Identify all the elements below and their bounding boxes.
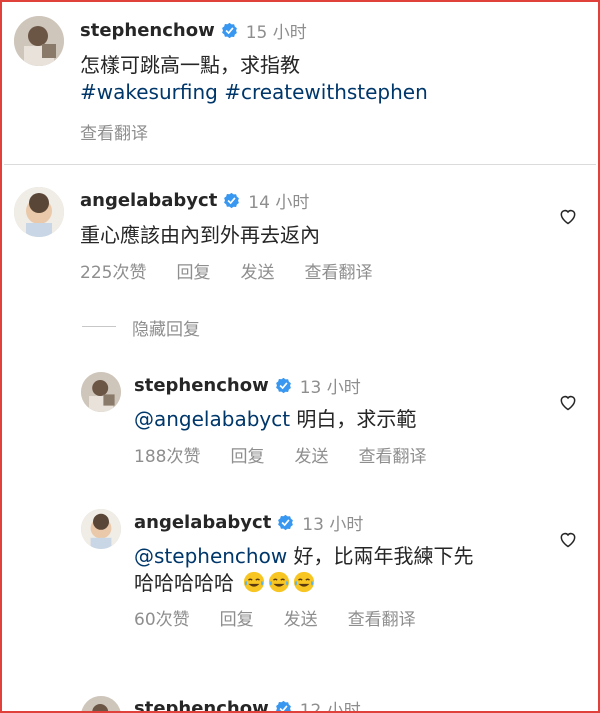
reply-text: @stephenchow 好，比兩年我練下先 (134, 540, 474, 569)
username-text[interactable]: angelababyct (134, 512, 271, 533)
verified-icon (275, 377, 291, 394)
timestamp: 13 小时 (302, 515, 364, 535)
comment-username[interactable]: angelababyct 14 小时 (80, 188, 309, 213)
tears-of-joy-emoji (294, 571, 315, 593)
timestamp: 15 小时 (245, 23, 307, 43)
timestamp: 14 小时 (248, 193, 310, 213)
send-button[interactable]: 发送 (284, 605, 318, 630)
translate-link[interactable]: 查看翻译 (80, 119, 148, 144)
username-text[interactable]: stephenchow (134, 698, 269, 711)
timestamp: 12 小时 (299, 701, 361, 713)
divider (4, 164, 596, 165)
reply-text-line2: 哈哈哈哈哈 (134, 567, 315, 596)
post-username[interactable]: stephenchow 15 小时 (80, 18, 307, 43)
heart-icon[interactable] (558, 206, 578, 226)
comment-actions: 225次赞 回复 发送 查看翻译 (80, 258, 402, 283)
hide-replies-button[interactable]: 隐藏回复 (132, 315, 200, 340)
post-caption: 怎樣可跳高一點，求指教 (80, 53, 300, 77)
reply-body: 好，比兩年我練下先 (287, 544, 474, 568)
divider (82, 326, 116, 327)
heart-icon[interactable] (558, 529, 578, 549)
username-text[interactable]: stephenchow (80, 20, 215, 41)
reply-text: @angelababyct 明白，求示範 (134, 403, 416, 432)
reply-button[interactable]: 回复 (176, 258, 210, 283)
see-translation[interactable]: 查看翻译 (80, 119, 178, 144)
like-count[interactable]: 225次赞 (80, 258, 146, 283)
verified-icon (275, 700, 291, 711)
mention-link[interactable]: @angelababyct (134, 407, 290, 431)
reply-body: 明白，求示範 (290, 407, 417, 431)
mention-link[interactable]: @stephenchow (134, 544, 287, 568)
reply-username[interactable]: stephenchow 13 小时 (134, 373, 361, 398)
like-count[interactable]: 188次赞 (134, 442, 200, 467)
reply-username[interactable]: angelababyct 13 小时 (134, 510, 363, 535)
translate-link[interactable]: 查看翻译 (348, 605, 416, 630)
comment-thread: stephenchow 15 小时 怎樣可跳高一點，求指教 #wakesurfi… (0, 0, 600, 713)
verified-icon (224, 192, 240, 209)
verified-icon (221, 22, 237, 39)
avatar[interactable] (81, 372, 121, 412)
avatar[interactable] (14, 16, 64, 66)
send-button[interactable]: 发送 (240, 258, 274, 283)
reply-actions: 60次赞 回复 发送 查看翻译 (134, 605, 446, 630)
translate-link[interactable]: 查看翻译 (358, 442, 426, 467)
like-count[interactable]: 60次赞 (134, 605, 190, 630)
send-button[interactable]: 发送 (294, 442, 328, 467)
tears-of-joy-emoji (244, 571, 265, 593)
avatar[interactable] (81, 696, 121, 711)
reply-body-line2: 哈哈哈哈哈 (134, 571, 234, 595)
verified-icon (278, 514, 294, 531)
tears-of-joy-emoji (269, 571, 290, 593)
reply-username[interactable]: stephenchow 12 小时 (134, 696, 361, 713)
hashtags[interactable]: #wakesurfing #createwithstephen (80, 80, 428, 104)
reply-button[interactable]: 回复 (220, 605, 254, 630)
timestamp: 13 小时 (299, 378, 361, 398)
username-text[interactable]: stephenchow (134, 375, 269, 396)
avatar[interactable] (81, 509, 121, 549)
username-text[interactable]: angelababyct (80, 190, 217, 211)
translate-link[interactable]: 查看翻译 (304, 258, 372, 283)
avatar[interactable] (14, 187, 64, 237)
reply-actions: 188次赞 回复 发送 查看翻译 (134, 442, 456, 467)
reply-button[interactable]: 回复 (230, 442, 264, 467)
heart-icon[interactable] (558, 392, 578, 412)
comment-text: 重心應該由內到外再去返內 (80, 223, 320, 247)
